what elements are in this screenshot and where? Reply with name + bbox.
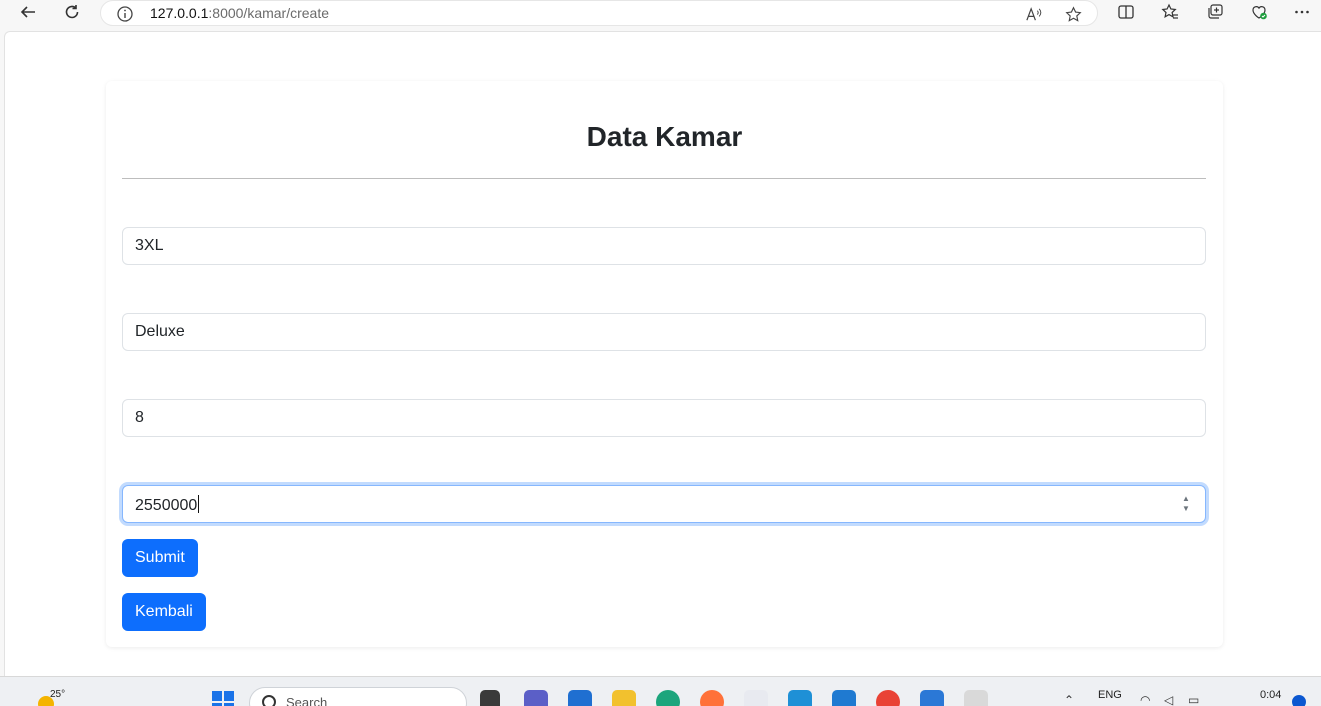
room-number-value: 3XL (135, 237, 164, 254)
capacity-input[interactable]: 8 (122, 399, 1206, 437)
browser-essentials-button[interactable] (1244, 0, 1274, 24)
taskbar-search[interactable]: Search (249, 687, 467, 706)
url-path: :8000/kamar/create (208, 5, 330, 21)
price-input[interactable]: 2550000 ▲ ▼ (122, 485, 1206, 523)
favorites-button[interactable] (1155, 0, 1185, 24)
firefox-icon[interactable] (700, 690, 724, 706)
back-link-button[interactable]: Kembali (122, 593, 206, 631)
room-type-value: Deluxe (135, 323, 185, 340)
room-number-input[interactable]: 3XL (122, 227, 1206, 265)
language-indicator[interactable]: ENG (1098, 689, 1122, 701)
reload-button[interactable] (57, 0, 87, 24)
submit-button[interactable]: Submit (122, 539, 198, 577)
collections-icon (1208, 4, 1223, 19)
spinner-down-icon[interactable]: ▼ (1181, 504, 1191, 514)
start-icon[interactable] (212, 691, 234, 706)
reload-icon (65, 5, 79, 19)
title-divider (122, 178, 1206, 179)
favorites-icon (1161, 3, 1178, 19)
room-type-input[interactable]: Deluxe (122, 313, 1206, 351)
notification-icon[interactable] (1292, 695, 1306, 706)
file-explorer-icon[interactable] (612, 690, 636, 706)
app-launcher-icon[interactable] (744, 690, 768, 706)
windows-taskbar: 25° Search ⌃ ENG ◠ ◁ ▭ 0:04 (0, 676, 1321, 706)
weather-temperature: 25° (50, 689, 66, 700)
page-viewport: Data Kamar 3XL Deluxe 8 2550000 ▲ ▼ Subm… (4, 31, 1321, 676)
volume-icon[interactable]: ◁ (1164, 693, 1180, 706)
wifi-icon[interactable]: ◠ (1140, 693, 1156, 706)
split-screen-button[interactable] (1111, 0, 1141, 24)
taskbar-search-placeholder: Search (286, 695, 328, 706)
mail-icon[interactable] (568, 690, 592, 706)
number-spinner[interactable]: ▲ ▼ (1181, 494, 1191, 514)
url-host: 127.0.0.1 (150, 5, 209, 21)
favorite-star-icon[interactable] (1063, 4, 1083, 24)
back-icon (20, 6, 35, 18)
chevron-up-icon[interactable]: ⌃ (1064, 693, 1080, 706)
clock-time[interactable]: 0:04 (1260, 689, 1281, 701)
split-screen-icon (1118, 5, 1134, 19)
read-aloud-icon[interactable] (1023, 4, 1043, 24)
browser-toolbar: 127.0.0.1:8000/kamar/create (0, 0, 1321, 30)
more-icon (1295, 10, 1309, 14)
search-icon (262, 695, 276, 706)
address-bar[interactable]: 127.0.0.1:8000/kamar/create (100, 0, 1098, 26)
vscode-icon[interactable] (832, 690, 856, 706)
chrome-icon[interactable] (876, 690, 900, 706)
teams-icon[interactable] (524, 690, 548, 706)
browser-essentials-icon (1252, 6, 1267, 20)
url-text: 127.0.0.1:8000/kamar/create (150, 5, 329, 21)
form-card: Data Kamar 3XL Deluxe 8 2550000 ▲ ▼ Subm… (106, 81, 1223, 647)
info-icon[interactable] (116, 5, 134, 23)
price-value: 2550000 (135, 497, 198, 514)
task-view-icon[interactable] (480, 690, 500, 706)
capacity-value: 8 (135, 409, 144, 426)
store-icon[interactable] (788, 690, 812, 706)
page-title: Data Kamar (586, 121, 743, 152)
photos-icon[interactable] (920, 690, 944, 706)
edge-icon[interactable] (656, 690, 680, 706)
text-caret (198, 495, 200, 513)
snipping-tool-icon[interactable] (964, 690, 988, 706)
more-button[interactable] (1287, 0, 1317, 24)
collections-button[interactable] (1200, 0, 1230, 24)
back-button[interactable] (13, 0, 43, 24)
weather-widget[interactable]: 25° (18, 679, 66, 706)
spinner-up-icon[interactable]: ▲ (1181, 494, 1191, 504)
battery-icon[interactable]: ▭ (1188, 693, 1204, 706)
